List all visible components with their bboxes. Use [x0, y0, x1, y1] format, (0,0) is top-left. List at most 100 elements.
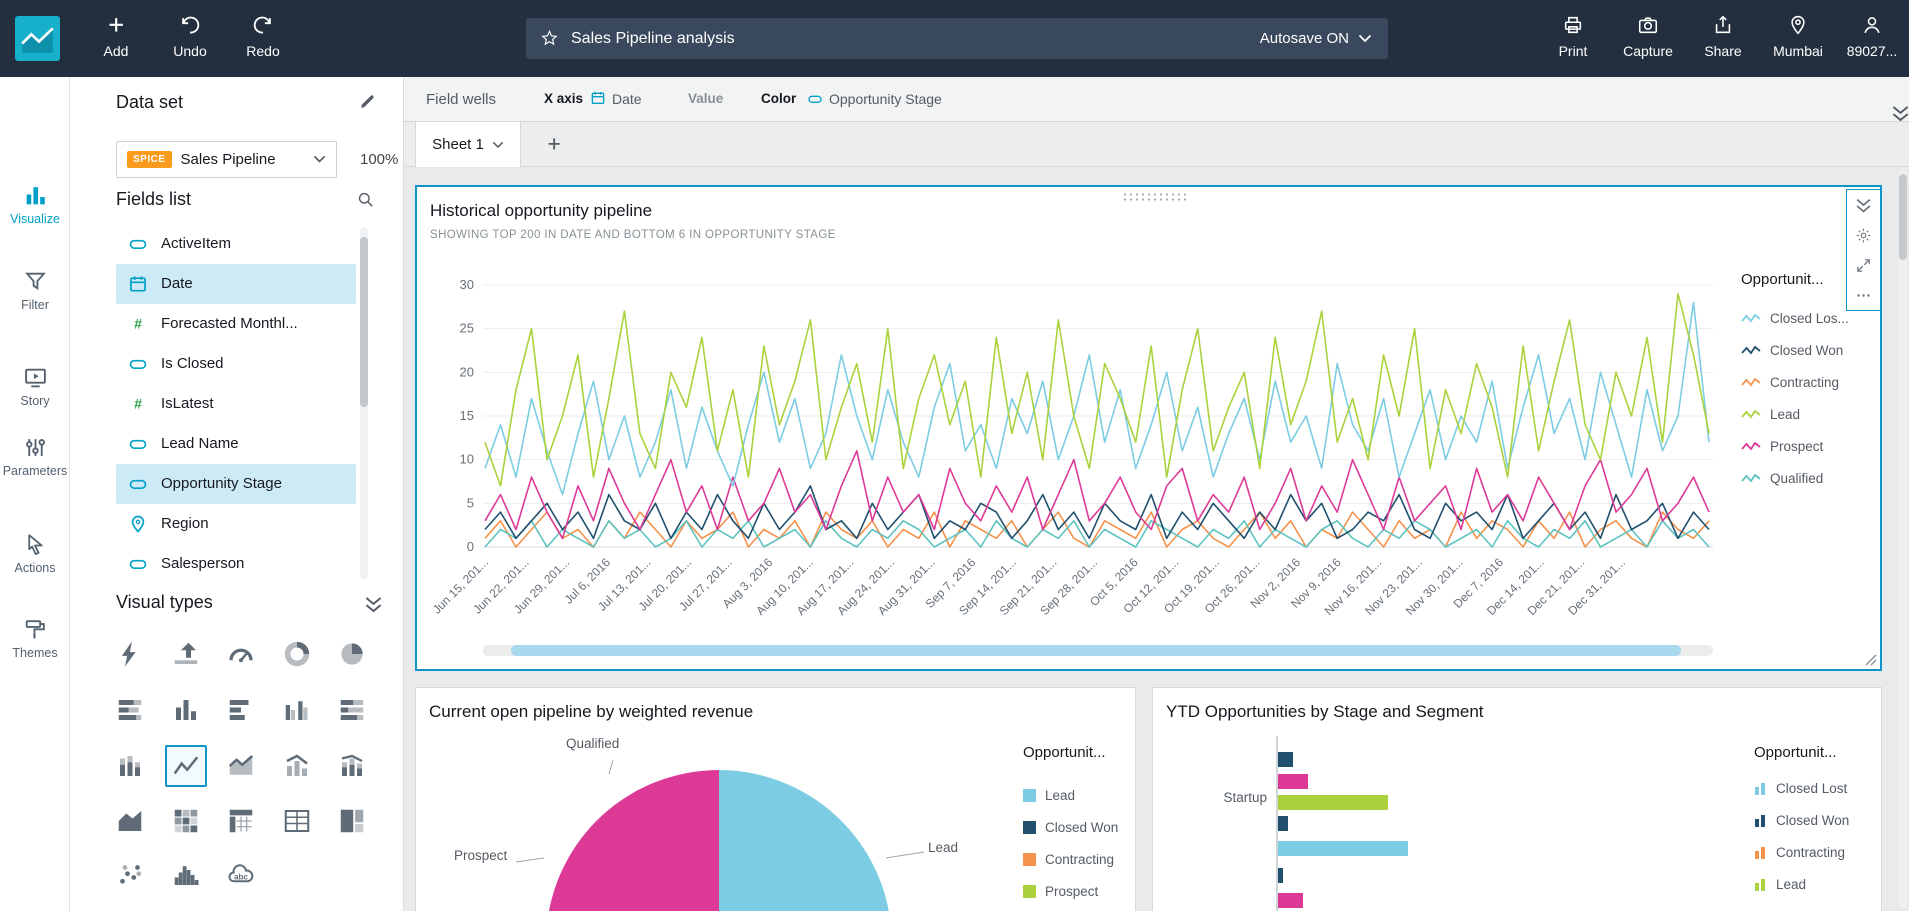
- rail-item-actions[interactable]: Actions: [0, 532, 70, 575]
- line-chart-plot[interactable]: 051015202530Jun 15, 201...Jun 22, 201...…: [417, 271, 1747, 645]
- legend-item[interactable]: Closed Lost: [1754, 772, 1874, 804]
- canvas-scrollbar[interactable]: [1899, 170, 1907, 908]
- field-item-region[interactable]: Region: [116, 504, 356, 544]
- dataset-dropdown[interactable]: SPICE Sales Pipeline: [116, 141, 337, 178]
- quicksight-logo[interactable]: [15, 16, 60, 61]
- field-item-date[interactable]: Date: [116, 264, 356, 304]
- rail-item-parameters[interactable]: Parameters: [0, 435, 70, 478]
- legend-item[interactable]: Contracting: [1754, 836, 1874, 868]
- table-icon: [282, 806, 312, 836]
- field-item-opportunity-stage[interactable]: Opportunity Stage: [116, 464, 356, 504]
- star-icon[interactable]: [540, 29, 559, 48]
- legend-item[interactable]: Contracting: [1741, 366, 1881, 398]
- fields-scrollbar[interactable]: [360, 227, 368, 579]
- rail-item-label: Actions: [0, 561, 70, 575]
- visual-type-pie[interactable]: [331, 633, 373, 675]
- gear-icon[interactable]: [1847, 220, 1880, 250]
- field-item-islatest[interactable]: #IsLatest: [116, 384, 356, 424]
- bar-chart-plot[interactable]: [1153, 728, 1749, 911]
- visual-type-hbar[interactable]: [220, 689, 262, 731]
- edit-dataset-button[interactable]: [358, 92, 377, 111]
- fields-scrollbar-thumb[interactable]: [360, 237, 368, 407]
- visual-type-vbar[interactable]: [165, 689, 207, 731]
- legend-item[interactable]: Closed Won: [1754, 804, 1874, 836]
- ellipsis-icon[interactable]: [1847, 280, 1880, 310]
- undo-button[interactable]: Undo: [164, 13, 216, 59]
- legend-item[interactable]: Lead: [1754, 868, 1874, 900]
- well-x-axis-label[interactable]: X axis: [544, 91, 583, 106]
- legend-item[interactable]: Lead: [1023, 779, 1135, 811]
- visual-type-pivot-table[interactable]: [220, 800, 262, 842]
- rail-item-filter[interactable]: Filter: [0, 269, 70, 312]
- visual-open-pipeline-pie[interactable]: Current open pipeline by weighted revenu…: [415, 687, 1136, 911]
- chart-scrollbar-thumb[interactable]: [511, 645, 1681, 656]
- legend-item-label: Qualified: [1770, 471, 1823, 486]
- visual-type-heatmap[interactable]: [165, 800, 207, 842]
- visual-type-treemap[interactable]: [331, 800, 373, 842]
- account-button[interactable]: 89027...: [1836, 13, 1908, 59]
- region-button[interactable]: Mumbai: [1764, 13, 1832, 59]
- legend-item[interactable]: Prospect: [1741, 430, 1881, 462]
- visual-historical-pipeline[interactable]: Historical opportunity pipeline SHOWING …: [415, 185, 1882, 671]
- well-x-axis-value[interactable]: Date: [612, 91, 642, 107]
- legend-item[interactable]: Closed Won: [1741, 334, 1881, 366]
- rail-item-visualize[interactable]: Visualize: [0, 183, 70, 226]
- legend-item[interactable]: Contracting: [1023, 843, 1135, 875]
- autosave-toggle[interactable]: Autosave ON: [1260, 30, 1372, 47]
- visual-type-vbar-grouped[interactable]: [276, 689, 318, 731]
- resize-handle[interactable]: [1864, 653, 1877, 666]
- sheet-tab-label: Sheet 1: [432, 136, 484, 153]
- visual-type-area[interactable]: [109, 800, 151, 842]
- canvas-scrollbar-thumb[interactable]: [1899, 174, 1907, 260]
- add-button[interactable]: Add: [94, 13, 138, 59]
- visual-type-hbar-stacked[interactable]: [109, 689, 151, 731]
- visual-type-donut[interactable]: [276, 633, 318, 675]
- field-item-salesperson[interactable]: Salesperson: [116, 544, 356, 584]
- visual-type-kpi[interactable]: [165, 633, 207, 675]
- visual-type-scatter[interactable]: [109, 854, 151, 896]
- field-item-label: Opportunity Stage: [161, 475, 282, 492]
- analysis-title-bar[interactable]: Sales Pipeline analysis Autosave ON: [526, 18, 1388, 59]
- visual-type-table[interactable]: [276, 800, 318, 842]
- legend-bar-marker: [1754, 782, 1767, 795]
- legend-item[interactable]: Lead: [1741, 398, 1881, 430]
- well-color-value[interactable]: Opportunity Stage: [829, 91, 942, 107]
- visual-type-histogram[interactable]: [165, 854, 207, 896]
- rail-item-themes[interactable]: Themes: [0, 617, 70, 660]
- legend-item-label: Closed Los...: [1770, 311, 1849, 326]
- expand-icon[interactable]: [1847, 250, 1880, 280]
- field-item-forecasted-monthl-[interactable]: #Forecasted Monthl...: [116, 304, 356, 344]
- legend-item[interactable]: Closed Won: [1023, 811, 1135, 843]
- tab-sheet-1[interactable]: Sheet 1: [415, 122, 521, 167]
- rail-item-story[interactable]: Story: [0, 365, 70, 408]
- visual-type-gauge[interactable]: [220, 633, 262, 675]
- field-item-activeitem[interactable]: ActiveItem: [116, 224, 356, 264]
- well-value-label[interactable]: Value: [688, 91, 723, 106]
- visual-type-word-cloud[interactable]: abc: [220, 854, 262, 896]
- field-item-lead-name[interactable]: Lead Name: [116, 424, 356, 464]
- field-item-is-closed[interactable]: Is Closed: [116, 344, 356, 384]
- dbl-chevron-down-icon[interactable]: [1847, 190, 1880, 220]
- capture-button[interactable]: Capture: [1614, 13, 1682, 59]
- search-fields-button[interactable]: [356, 190, 375, 209]
- drag-handle[interactable]: [1122, 192, 1186, 201]
- legend-item[interactable]: Qualified: [1741, 462, 1881, 494]
- legend-item[interactable]: Prospect: [1023, 875, 1135, 907]
- pie-slice-label: Prospect: [454, 848, 507, 863]
- well-color-label[interactable]: Color: [761, 91, 796, 106]
- visual-type-hbar-100[interactable]: [331, 689, 373, 731]
- visual-type-line[interactable]: [165, 745, 207, 787]
- dimension-icon: [128, 354, 148, 374]
- visual-type-area-line[interactable]: [220, 745, 262, 787]
- share-button[interactable]: Share: [1693, 13, 1753, 59]
- visual-type-auto-graph[interactable]: [109, 633, 151, 675]
- redo-button[interactable]: Redo: [237, 13, 289, 59]
- visual-type-combo-stacked[interactable]: [331, 745, 373, 787]
- collapse-visual-types-button[interactable]: [364, 595, 383, 614]
- chart-horizontal-scrollbar[interactable]: [483, 645, 1713, 656]
- add-sheet-button[interactable]: [542, 130, 566, 158]
- print-button[interactable]: Print: [1543, 13, 1603, 59]
- visual-type-vbar-stacked[interactable]: [109, 745, 151, 787]
- visual-type-bar-line[interactable]: [276, 745, 318, 787]
- visual-ytd-opportunities-bar[interactable]: YTD Opportunities by Stage and Segment S…: [1152, 687, 1882, 911]
